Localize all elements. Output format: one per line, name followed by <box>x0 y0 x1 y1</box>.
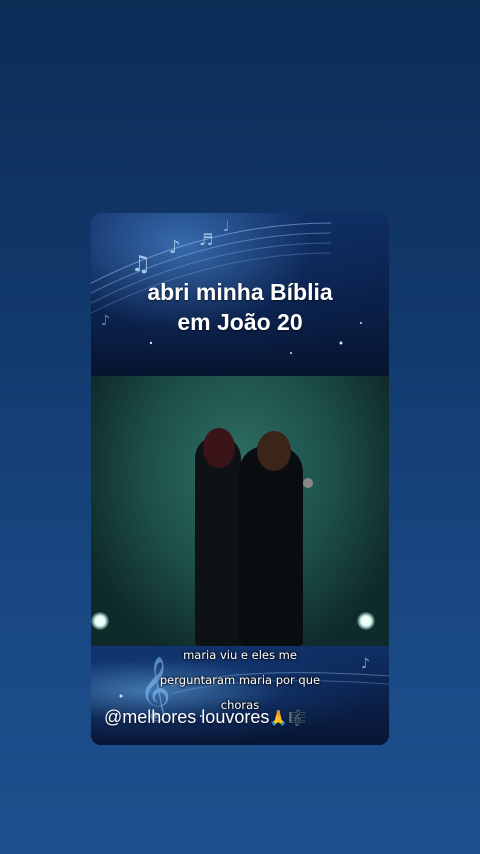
music-notes-banner: ♫ ♪ ♬ ♩ ♪ abri minha Bíblia em João 20 <box>91 213 389 376</box>
svg-text:♫: ♫ <box>131 252 151 277</box>
concert-video[interactable] <box>91 376 389 646</box>
caption-line2: perguntaram maria por que <box>159 673 321 687</box>
stage-light-left <box>91 612 109 630</box>
overlay-title-line1: abri minha Bíblia <box>147 279 333 305</box>
singer-man-head <box>257 431 291 471</box>
svg-text:♪: ♪ <box>361 656 370 672</box>
stage-light-right <box>357 612 375 630</box>
overlay-title: abri minha Bíblia em João 20 <box>91 277 389 337</box>
channel-watermark: @melhores louvores🙏🎼 <box>104 707 307 728</box>
video-card[interactable]: ♫ ♪ ♬ ♩ ♪ abri minha Bíblia em João 20 𝄞 <box>91 213 389 745</box>
svg-text:♩: ♩ <box>223 219 230 235</box>
praying-hands-icon: 🙏🎼 <box>269 710 307 727</box>
watermark-handle: @melhores louvores <box>104 707 270 727</box>
caption-line1: maria viu e eles me <box>183 648 297 662</box>
overlay-title-line2: em João 20 <box>177 309 303 335</box>
microphone <box>303 478 313 488</box>
svg-text:♬: ♬ <box>199 230 213 249</box>
singer-woman-hair <box>203 428 235 468</box>
svg-text:♪: ♪ <box>169 237 181 258</box>
singer-man <box>239 446 303 646</box>
